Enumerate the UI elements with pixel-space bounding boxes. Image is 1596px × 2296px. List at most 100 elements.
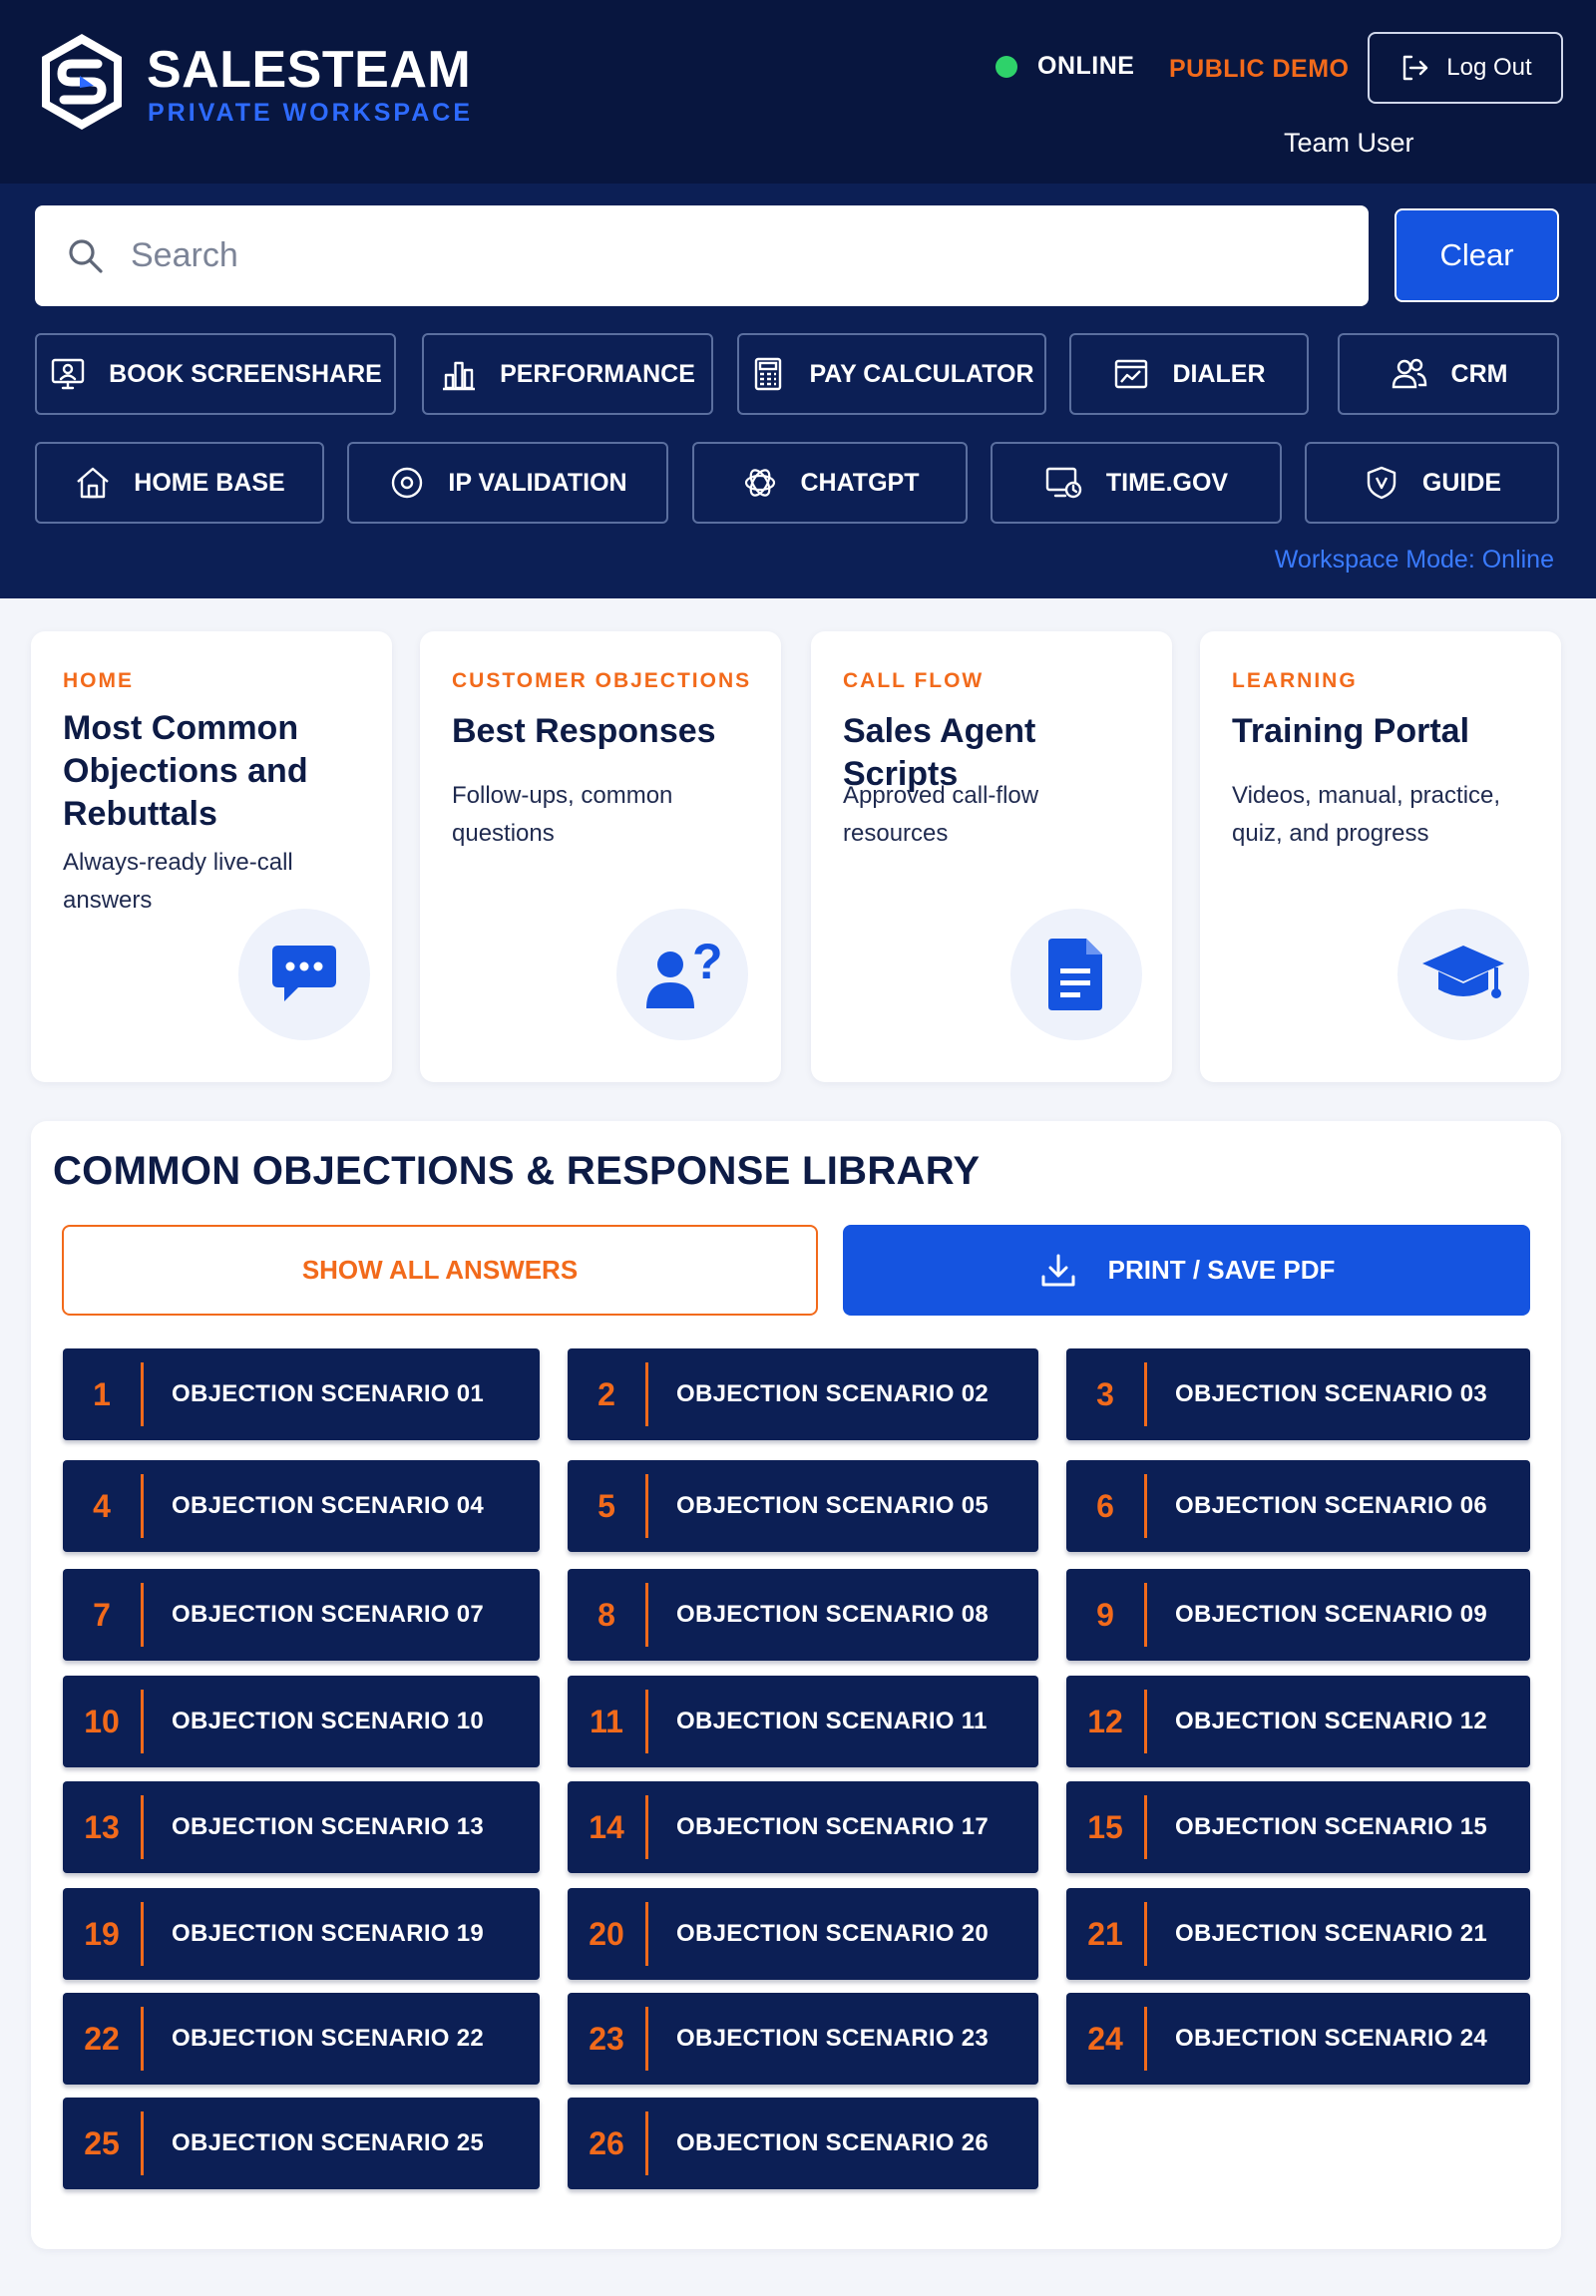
card-home[interactable]: HOME Most Common Objections and Rebuttal… [31,631,392,1082]
online-status-text: ONLINE [1037,52,1135,80]
objection-scenario-button[interactable]: 9 OBJECTION SCENARIO 09 [1066,1569,1530,1661]
nav-dialer-button[interactable]: DIALER [1069,333,1309,415]
card-title: Training Portal [1232,712,1470,750]
scenario-label: OBJECTION SCENARIO 13 [172,1813,485,1840]
nav-ip-validation-button[interactable]: IP VALIDATION [347,442,668,524]
nav-label: DIALER [1172,359,1266,388]
objection-scenario-button[interactable]: 21 OBJECTION SCENARIO 21 [1066,1888,1530,1980]
nav-label: BOOK SCREENSHARE [109,359,382,388]
objection-scenario-button[interactable]: 20 OBJECTION SCENARIO 20 [568,1888,1038,1980]
print-label: PRINT / SAVE PDF [1107,1255,1336,1285]
public-demo-label: PUBLIC DEMO [1169,55,1350,83]
nav-performance-button[interactable]: PERFORMANCE [422,333,713,415]
nav-chatgpt-button[interactable]: CHATGPT [692,442,968,524]
scenario-number: 2 [598,1375,615,1412]
objection-scenario-button[interactable]: 12 OBJECTION SCENARIO 12 [1066,1676,1530,1767]
objection-scenario-button[interactable]: 7 OBJECTION SCENARIO 07 [63,1569,540,1661]
card-learning[interactable]: LEARNING Training Portal Videos, manual,… [1200,631,1561,1082]
scenario-number: 21 [1087,1915,1123,1952]
objection-scenario-button[interactable]: 6 OBJECTION SCENARIO 06 [1066,1460,1530,1552]
card-kicker: HOME [63,669,134,692]
nav-time-gov-button[interactable]: TIME.GOV [991,442,1282,524]
scenario-label: OBJECTION SCENARIO 17 [676,1813,990,1840]
card-title: Best Responses [452,712,716,750]
scenario-divider [645,1474,648,1538]
scenario-divider [645,1690,648,1753]
scenario-number: 26 [589,2124,624,2161]
scenario-divider [645,1902,648,1966]
objection-scenario-button[interactable]: 23 OBJECTION SCENARIO 23 [568,1993,1038,2085]
nav-guide-button[interactable]: GUIDE [1305,442,1559,524]
objection-scenario-button[interactable]: 13 OBJECTION SCENARIO 13 [63,1781,540,1873]
scenario-label: OBJECTION SCENARIO 05 [676,1492,990,1519]
objection-scenario-button[interactable]: 1 OBJECTION SCENARIO 01 [63,1348,540,1440]
scenario-divider [1144,1362,1147,1426]
print-save-pdf-button[interactable]: PRINT / SAVE PDF [843,1225,1530,1316]
objection-scenario-button[interactable]: 14 OBJECTION SCENARIO 17 [568,1781,1038,1873]
objection-scenario-button[interactable]: 3 OBJECTION SCENARIO 03 [1066,1348,1530,1440]
logout-label: Log Out [1446,54,1532,81]
card-customer-objections[interactable]: CUSTOMER OBJECTIONS Best Responses Follo… [420,631,781,1082]
scenario-divider [645,1362,648,1426]
search-bar[interactable] [35,205,1369,306]
card-kicker: LEARNING [1232,669,1358,692]
scenario-number: 20 [589,1915,624,1952]
objection-scenario-button[interactable]: 2 OBJECTION SCENARIO 02 [568,1348,1038,1440]
nav-label: TIME.GOV [1105,468,1229,497]
objection-scenario-button[interactable]: 5 OBJECTION SCENARIO 05 [568,1460,1038,1552]
current-user-name: Team User [1284,128,1414,158]
nav-home-base-button[interactable]: HOME BASE [35,442,324,524]
nav-crm-button[interactable]: CRM [1338,333,1559,415]
scenario-divider [1144,1690,1147,1753]
scenario-divider [141,1795,144,1859]
nav-label: HOME BASE [134,468,285,497]
scenario-divider [645,2111,648,2175]
objection-library: COMMON OBJECTIONS & RESPONSE LIBRARY SHO… [31,1121,1561,2249]
objection-scenario-button[interactable]: 25 OBJECTION SCENARIO 25 [63,2098,540,2189]
clear-button[interactable]: Clear [1395,208,1559,302]
card-description: Videos, manual, practice, quiz, and prog… [1232,782,1501,847]
scenario-number: 1 [93,1375,111,1412]
scenario-label: OBJECTION SCENARIO 26 [676,2129,990,2156]
shield-icon [1367,466,1396,500]
scenario-number: 7 [93,1596,111,1633]
scenario-label: OBJECTION SCENARIO 11 [676,1708,988,1734]
scenario-divider [141,2007,144,2071]
scenario-label: OBJECTION SCENARIO 19 [172,1920,485,1947]
scenario-number: 3 [1096,1375,1114,1412]
scenario-divider [1144,1902,1147,1966]
objection-scenario-button[interactable]: 11 OBJECTION SCENARIO 11 [568,1676,1038,1767]
scenario-divider [1144,1795,1147,1859]
dialer-icon [1115,359,1148,389]
nav-book-screenshare-button[interactable]: BOOK SCREENSHARE [35,333,396,415]
scenario-label: OBJECTION SCENARIO 21 [1175,1920,1488,1947]
document-icon [1010,909,1142,1040]
nav-pay-calculator-button[interactable]: PAY CALCULATOR [737,333,1046,415]
scenario-label: OBJECTION SCENARIO 09 [1175,1601,1488,1628]
objection-scenario-button[interactable]: 22 OBJECTION SCENARIO 22 [63,1993,540,2085]
scenario-label: OBJECTION SCENARIO 08 [676,1601,990,1628]
scenario-divider [141,1362,144,1426]
scenario-number: 14 [589,1808,624,1845]
card-call-flow[interactable]: CALL FLOW Sales Agent Scripts Approved c… [811,631,1172,1082]
objection-scenario-button[interactable]: 19 OBJECTION SCENARIO 19 [63,1888,540,1980]
scenario-label: OBJECTION SCENARIO 23 [676,2025,990,2052]
objection-scenario-button[interactable]: 4 OBJECTION SCENARIO 04 [63,1460,540,1552]
scenario-divider [645,1795,648,1859]
logout-icon [1403,55,1428,81]
search-input[interactable] [131,236,1328,275]
logout-button[interactable]: Log Out [1368,32,1563,104]
scenario-divider [1144,1583,1147,1647]
nav-label: IP VALIDATION [448,468,627,497]
scenario-divider [141,2111,144,2175]
scenario-label: OBJECTION SCENARIO 07 [172,1601,485,1628]
card-kicker: CUSTOMER OBJECTIONS [452,669,752,692]
objection-scenario-button[interactable]: 8 OBJECTION SCENARIO 08 [568,1569,1038,1661]
show-all-answers-button[interactable]: SHOW ALL ANSWERS [62,1225,818,1316]
search-icon [69,238,103,273]
objection-scenario-button[interactable]: 15 OBJECTION SCENARIO 15 [1066,1781,1530,1873]
objection-scenario-button[interactable]: 26 OBJECTION SCENARIO 26 [568,2098,1038,2189]
objection-scenario-button[interactable]: 10 OBJECTION SCENARIO 10 [63,1676,540,1767]
scenario-number: 15 [1087,1808,1123,1845]
objection-scenario-button[interactable]: 24 OBJECTION SCENARIO 24 [1066,1993,1530,2085]
